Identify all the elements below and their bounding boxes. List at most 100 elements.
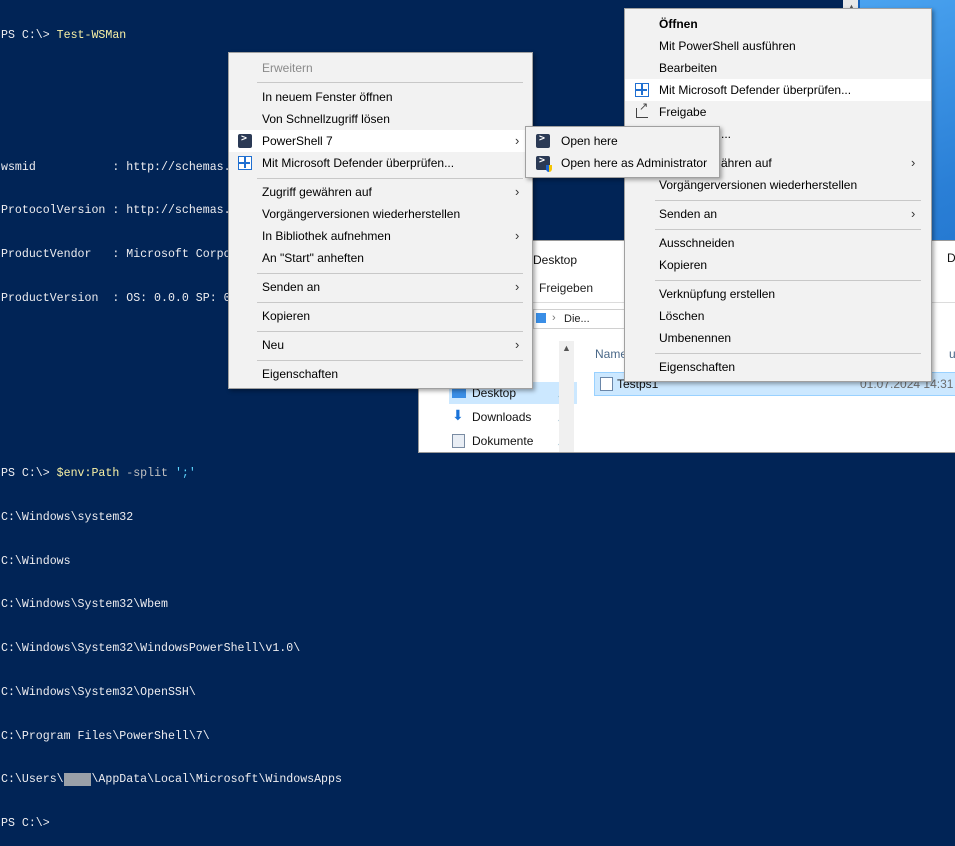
menu-item-cut[interactable]: Ausschneiden	[625, 232, 931, 254]
menu-item-run-with-powershell[interactable]: Mit PowerShell ausführen	[625, 35, 931, 57]
menu-item-label: Löschen	[659, 309, 705, 323]
menu-item-delete[interactable]: Löschen	[625, 305, 931, 327]
menu-separator	[655, 229, 921, 230]
defender-icon	[635, 83, 649, 97]
menu-item-label: Vorgängerversionen wiederherstellen	[659, 178, 858, 192]
address-bar[interactable]: › Die...	[533, 309, 635, 329]
powershell-submenu: Open here Open here as Administrator	[525, 126, 720, 178]
menu-item-label: Mit PowerShell ausführen	[659, 39, 796, 53]
nav-label: Downloads	[472, 410, 532, 424]
menu-item-new[interactable]: Neu ›	[229, 334, 532, 356]
console-line: PS C:\> $env:Path -split ';'	[0, 467, 858, 482]
chevron-right-icon: ›	[515, 279, 520, 294]
file-context-menu: Öffnen Mit PowerShell ausführen Bearbeit…	[624, 8, 932, 382]
menu-item-label: Freigabe	[659, 105, 707, 119]
menu-item-open-here[interactable]: Open here	[526, 130, 719, 152]
ribbon-tab-share[interactable]: Freigeben	[539, 281, 593, 295]
column-header-name[interactable]: Name	[595, 347, 627, 361]
menu-item-label: Senden an	[659, 207, 718, 221]
menu-separator	[257, 178, 523, 179]
menu-item-create-shortcut[interactable]: Verknüpfung erstellen	[625, 283, 931, 305]
menu-item-label: Open here	[561, 134, 618, 148]
menu-item-label: ähren auf	[721, 156, 772, 170]
menu-item-edit[interactable]: Bearbeiten	[625, 57, 931, 79]
chevron-right-icon: ›	[911, 206, 916, 221]
menu-item-label: An "Start" anheften	[262, 251, 364, 265]
menu-separator	[257, 331, 523, 332]
menu-item-powershell7[interactable]: PowerShell 7 ›	[229, 130, 532, 152]
console-line: C:\Windows\system32	[1, 510, 134, 524]
menu-item-label: PowerShell 7	[262, 134, 333, 148]
menu-item-defender-scan[interactable]: Mit Microsoft Defender überprüfen...	[229, 152, 532, 174]
column-header-date[interactable]: um	[949, 347, 955, 361]
nav-item-documents[interactable]: Dokumente 📌	[449, 430, 577, 452]
menu-item-properties[interactable]: Eigenschaften	[625, 356, 931, 378]
menu-item-defender-scan[interactable]: Mit Microsoft Defender überprüfen...	[625, 79, 931, 101]
menu-item-rename[interactable]: Umbenennen	[625, 327, 931, 349]
menu-item-restore-versions[interactable]: Vorgängerversionen wiederherstellen	[229, 203, 532, 225]
menu-item-grant-access[interactable]: Zugriff gewähren auf ›	[229, 181, 532, 203]
defender-icon	[238, 156, 252, 170]
menu-item-label: Bearbeiten	[659, 61, 718, 75]
menu-item-properties[interactable]: Eigenschaften	[229, 363, 532, 385]
menu-item-open-new-window[interactable]: In neuem Fenster öffnen	[229, 86, 532, 108]
menu-item-copy[interactable]: Kopieren	[625, 254, 931, 276]
menu-item-label: In Bibliothek aufnehmen	[262, 229, 391, 243]
nav-scrollbar[interactable]: ▲	[559, 341, 574, 452]
scroll-up-icon[interactable]: ▲	[562, 343, 571, 353]
menu-separator	[257, 273, 523, 274]
address-part[interactable]: Die...	[564, 313, 590, 325]
console-line: C:\Windows	[1, 554, 71, 568]
powershell-icon	[238, 133, 252, 148]
chevron-right-icon: ›	[515, 133, 520, 148]
console-prompt: PS C:\>	[1, 467, 57, 480]
menu-item-include-library[interactable]: In Bibliothek aufnehmen ›	[229, 225, 532, 247]
console-line: C:\Windows\System32\OpenSSH\	[1, 685, 196, 699]
menu-item-label: Von Schnellzugriff lösen	[262, 112, 390, 126]
menu-item-unpin-quick-access[interactable]: Von Schnellzugriff lösen	[229, 108, 532, 130]
console-command: Test-WSMan	[56, 29, 127, 43]
redacted-username: xxxx	[63, 773, 92, 787]
menu-item-label: Eigenschaften	[659, 360, 736, 374]
console-string: ';'	[174, 467, 196, 480]
document-folder-icon	[452, 434, 465, 448]
nav-item-downloads[interactable]: ⬇ Downloads 📌	[449, 406, 577, 428]
menu-item-label: Umbenennen	[659, 331, 732, 345]
console-parameter: -split	[119, 467, 175, 480]
console-line: PS C:\>	[0, 817, 858, 832]
menu-item-label: Kopieren	[659, 258, 708, 272]
console-line: C:\Windows\System32\Wbem	[1, 598, 168, 612]
menu-item-label: Ausschneiden	[659, 236, 735, 250]
menu-separator	[655, 200, 921, 201]
menu-item-send-to[interactable]: Senden an ›	[625, 203, 931, 225]
menu-item-copy[interactable]: Kopieren	[229, 305, 532, 327]
menu-item-pin-to-start[interactable]: An "Start" anheften	[229, 247, 532, 269]
menu-item-label: Open here as Administrator	[561, 156, 708, 170]
menu-separator	[257, 302, 523, 303]
powershell-icon	[536, 133, 550, 148]
console-prompt: PS C:\>	[1, 817, 57, 831]
script-file-icon	[600, 377, 613, 391]
menu-item-open-here-admin[interactable]: Open here as Administrator	[526, 152, 719, 174]
menu-item-open[interactable]: Öffnen	[625, 13, 931, 35]
menu-item-label: Mit Microsoft Defender überprüfen...	[659, 83, 852, 97]
menu-separator	[257, 82, 523, 83]
window-control[interactable]: D	[947, 251, 955, 265]
chevron-right-icon: ›	[515, 184, 520, 199]
menu-item-send-to[interactable]: Senden an ›	[229, 276, 532, 298]
menu-separator	[257, 360, 523, 361]
share-icon	[636, 100, 648, 118]
menu-item-share[interactable]: Freigabe	[625, 100, 931, 123]
menu-item-label: Eigenschaften	[262, 367, 339, 381]
menu-item-label: Erweitern	[262, 61, 313, 75]
menu-separator	[655, 353, 921, 354]
console-text: \AppData\Local\Microsoft\WindowsApps	[91, 773, 342, 787]
console-line: C:\Program Files\PowerShell\7\	[1, 729, 210, 743]
console-line: C:\Windows\System32\WindowsPowerShell\v1…	[1, 642, 301, 656]
download-icon: ⬇	[452, 407, 464, 423]
console-command: $env:Path	[56, 467, 120, 480]
nav-label: Dokumente	[472, 434, 534, 448]
menu-item-label: Kopieren	[262, 309, 311, 323]
chevron-right-icon: ›	[911, 155, 916, 170]
chevron-right-icon: ›	[515, 228, 520, 243]
